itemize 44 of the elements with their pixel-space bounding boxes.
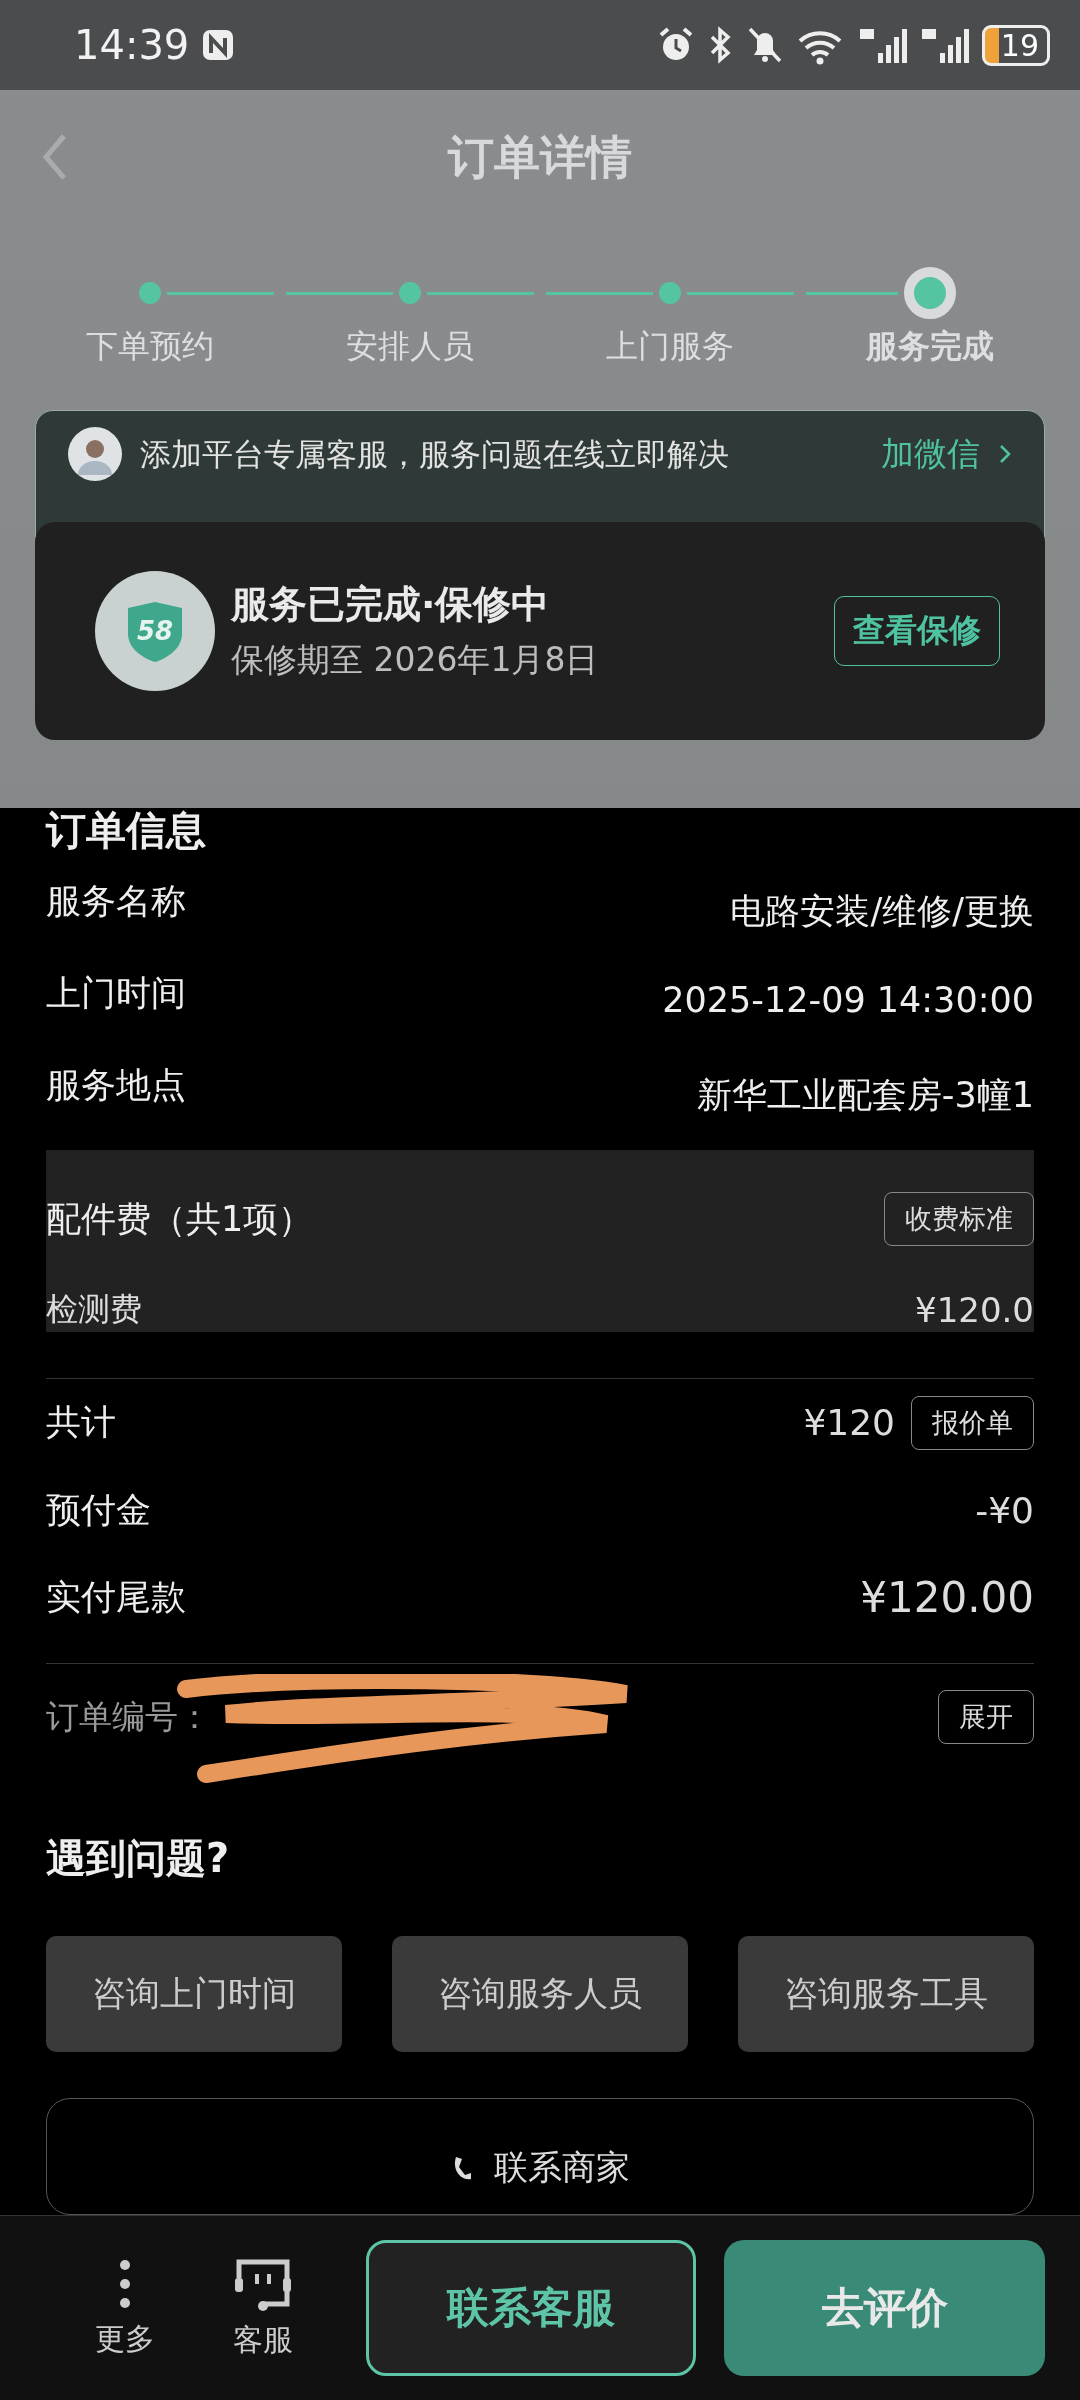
total-amount: ¥120 [803,1402,895,1444]
question-option[interactable]: 咨询上门时间 [46,1935,342,2052]
step-label: 上门服务 [606,326,734,367]
section-title: 遇到问题? [46,1833,231,1883]
fee-standard-button[interactable]: 收费标准 [884,1192,1034,1246]
bottom-link[interactable]: 客服 [208,2255,318,2361]
warranty-date: 保修期至 2026年1月8日 [231,639,600,681]
step-label: 下单预约 [86,326,214,367]
avatar-icon [68,427,122,481]
order-number-label: 订单编号： [46,1695,211,1738]
fee-title: 配件费（共1项） [46,1197,314,1241]
banner-text: 添加平台专属客服，服务问题在线立即解决 [140,435,730,474]
question-option[interactable]: 咨询服务人员 [392,1935,688,2052]
contact-merchant-button[interactable]: 联系商家 [46,2097,1034,2215]
status-time: 14:39 [74,22,190,68]
nfc-icon [201,28,236,62]
total-amount: ¥120.00 [860,1572,1034,1622]
section-title: 订单信息 [46,808,207,852]
add-wechat-link[interactable]: 加微信 [881,427,980,481]
shield-badge-icon: 58 [95,571,215,691]
page-title: 订单详情 [448,128,632,186]
question-option[interactable]: 咨询服务工具 [738,1935,1034,2052]
field-label: 服务名称 [46,880,186,923]
battery-indicator: 19 [981,24,1050,66]
step-label: 服务完成 [866,326,994,367]
total-label: 预付金 [46,1488,151,1532]
chevron-right-icon [998,443,1012,465]
fee-label: 检测费 [46,1289,142,1330]
field-label: 服务地点 [46,1064,186,1107]
contact-service-button[interactable]: 联系客服 [366,2240,696,2376]
fee-amount: ¥120.0 [915,1290,1034,1330]
total-amount: -¥0 [975,1489,1034,1531]
field-value: 2025-12-09 14:30:00 [662,980,1034,1020]
step-label: 安排人员 [346,326,474,367]
expand-button[interactable]: 展开 [938,1690,1034,1745]
total-label: 共计 [46,1401,116,1445]
quote-button[interactable]: 报价单 [911,1395,1034,1450]
view-warranty-button[interactable]: 查看保修 [834,596,1000,666]
bottom-link[interactable]: 更多 [70,2256,180,2360]
field-label: 上门时间 [46,972,186,1015]
field-value: 电路安装/维修/更换 [730,890,1034,933]
field-value: 新华工业配套房-3幢1 [696,1074,1034,1117]
status-title: 服务已完成·保修中 [231,581,551,628]
total-label: 实付尾款 [46,1575,186,1619]
